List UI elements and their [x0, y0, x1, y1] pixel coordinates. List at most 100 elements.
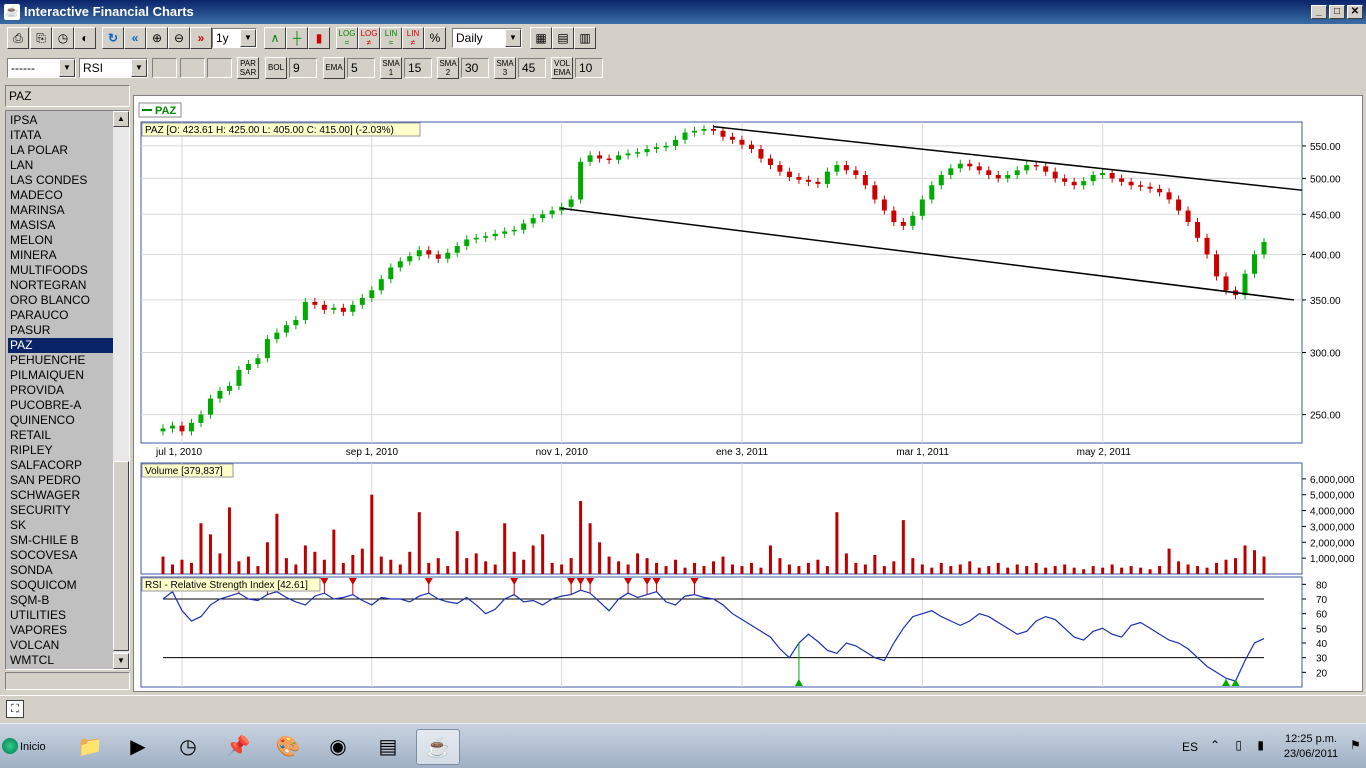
symbol-list-item[interactable]: IPSA: [8, 113, 113, 128]
symbol-list-item[interactable]: SOCOVESA: [8, 548, 113, 563]
sma3-button[interactable]: SMA 3: [494, 57, 516, 79]
ema-period-field[interactable]: 5: [347, 58, 375, 78]
scroll-thumb[interactable]: [113, 461, 129, 651]
symbol-list-item[interactable]: LAS CONDES: [8, 173, 113, 188]
rewind-icon[interactable]: «: [124, 27, 146, 49]
zoom-out-icon[interactable]: ⊖: [168, 27, 190, 49]
symbol-list-item[interactable]: RETAIL: [8, 428, 113, 443]
line-chart-icon[interactable]: ∧: [264, 27, 286, 49]
scroll-up-icon[interactable]: ▲: [113, 111, 129, 127]
symbol-list-item[interactable]: SK: [8, 518, 113, 533]
symbol-list-item[interactable]: PARAUCO: [8, 308, 113, 323]
symbol-list-item[interactable]: SM-CHILE B: [8, 533, 113, 548]
interval-select[interactable]: Daily ▼: [452, 28, 522, 48]
pin-icon[interactable]: 📌: [216, 729, 260, 765]
java-icon[interactable]: ☕: [416, 729, 460, 765]
symbol-list-item[interactable]: MELON: [8, 233, 113, 248]
pdf-icon[interactable]: ▤: [366, 729, 410, 765]
param-field-3[interactable]: [207, 58, 232, 78]
symbol-list-item[interactable]: MARINSA: [8, 203, 113, 218]
chrome-icon[interactable]: ◉: [316, 729, 360, 765]
ema-button[interactable]: EMA: [323, 57, 345, 79]
maximize-button[interactable]: □: [1329, 5, 1345, 19]
print-preview-icon[interactable]: ⎘: [30, 27, 52, 49]
symbol-list-item[interactable]: RIPLEY: [8, 443, 113, 458]
chevron-down-icon[interactable]: ▼: [59, 59, 75, 77]
clock[interactable]: 12:25 p.m. 23/06/2011: [1276, 732, 1346, 762]
volume-ema-period-field[interactable]: 10: [575, 58, 603, 78]
chevron-down-icon[interactable]: ▼: [131, 59, 147, 77]
parabolic-sar-button[interactable]: PAR SAR: [237, 57, 259, 79]
bollinger-button[interactable]: BOL: [265, 57, 287, 79]
forward-icon[interactable]: »: [190, 27, 212, 49]
param-field-1[interactable]: [152, 58, 177, 78]
symbol-list-item[interactable]: PASUR: [8, 323, 113, 338]
media-player-icon[interactable]: ▶: [116, 729, 160, 765]
symbol-list[interactable]: IPSA ITATA LA POLAR LAN LAS CONDES MADECO MARI…: [5, 110, 130, 670]
zoom-in-icon[interactable]: ⊕: [146, 27, 168, 49]
log-notequal-button[interactable]: LOG ≠: [358, 27, 380, 49]
paint-icon[interactable]: 🎨: [266, 729, 310, 765]
symbol-list-item[interactable]: SAN PEDRO: [8, 473, 113, 488]
symbol-list-item[interactable]: PEHUENCHE: [8, 353, 113, 368]
symbol-list-item[interactable]: VAPORES: [8, 623, 113, 638]
chart-canvas[interactable]: PAZ jul 1, 2010 sep 1, 2010 nov 1, 2010 ene …: [134, 96, 1362, 691]
symbol-list-item[interactable]: PAZ: [8, 338, 113, 353]
language-indicator[interactable]: ES: [1182, 740, 1198, 754]
log-equal-button[interactable]: LOG =: [336, 27, 358, 49]
lin-equal-button[interactable]: LIN =: [380, 27, 402, 49]
lin-notequal-button[interactable]: LIN ≠: [402, 27, 424, 49]
sma2-button[interactable]: SMA 2: [437, 57, 459, 79]
tray-icons[interactable]: ⌃ ▯ ▮: [1210, 738, 1270, 752]
grid-window-icon[interactable]: ▥: [574, 27, 596, 49]
bar-chart-icon[interactable]: ┼: [286, 27, 308, 49]
chart-area[interactable]: PAZ jul 1, 2010 sep 1, 2010 nov 1, 2010 ene …: [133, 95, 1363, 692]
period-select[interactable]: 1y ▼: [212, 28, 257, 48]
refresh-icon[interactable]: ↻: [102, 27, 124, 49]
close-button[interactable]: ✕: [1347, 5, 1363, 19]
symbol-list-item[interactable]: PROVIDA: [8, 383, 113, 398]
sma2-period-field[interactable]: 30: [461, 58, 489, 78]
symbol-list-item[interactable]: SCHWAGER: [8, 488, 113, 503]
symbol-list-item[interactable]: PUCOBRE-A: [8, 398, 113, 413]
symbol-list-item[interactable]: MINERA: [8, 248, 113, 263]
symbol-list-item[interactable]: MASISA: [8, 218, 113, 233]
symbol-list-item[interactable]: WMTCL: [8, 653, 113, 668]
symbol-list-item[interactable]: NORTEGRAN: [8, 278, 113, 293]
param-field-2[interactable]: [180, 58, 205, 78]
symbol-list-item[interactable]: UTILITIES: [8, 608, 113, 623]
clock-app-icon[interactable]: ◷: [166, 729, 210, 765]
symbol-list-item[interactable]: MADECO: [8, 188, 113, 203]
print-icon[interactable]: ⎙: [7, 27, 29, 49]
sma3-period-field[interactable]: 45: [518, 58, 546, 78]
clock-icon[interactable]: ◷: [52, 27, 74, 49]
symbol-list-item[interactable]: LAN: [8, 158, 113, 173]
chart-window-icon[interactable]: ▤: [552, 27, 574, 49]
action-center-icon[interactable]: ⚑: [1350, 738, 1361, 752]
symbol-list-item[interactable]: VOLCAN: [8, 638, 113, 653]
list-scrollbar[interactable]: ▲ ▼: [113, 111, 129, 669]
symbol-list-item[interactable]: SOQUICOM: [8, 578, 113, 593]
chevron-down-icon[interactable]: ▼: [240, 29, 256, 47]
start-button[interactable]: Inicio: [2, 730, 54, 764]
symbol-list-item[interactable]: SQM-B: [8, 593, 113, 608]
color-scheme-icon[interactable]: ▦: [530, 27, 552, 49]
symbol-list-item[interactable]: LA POLAR: [8, 143, 113, 158]
fit-window-icon[interactable]: ⛶: [6, 700, 24, 718]
overlay-select[interactable]: ------ ▼: [7, 58, 76, 78]
minimize-button[interactable]: _: [1311, 5, 1327, 19]
sound-icon[interactable]: ◐: [74, 27, 96, 49]
chevron-down-icon[interactable]: ▼: [505, 29, 521, 47]
symbol-list-item[interactable]: ORO BLANCO: [8, 293, 113, 308]
symbol-list-item[interactable]: SALFACORP: [8, 458, 113, 473]
bollinger-period-field[interactable]: 9: [289, 58, 317, 78]
scroll-down-icon[interactable]: ▼: [113, 653, 129, 669]
symbol-list-item[interactable]: SONDA: [8, 563, 113, 578]
oscillator-select[interactable]: RSI ▼: [79, 58, 148, 78]
symbol-input[interactable]: PAZ: [5, 85, 130, 107]
sma1-period-field[interactable]: 15: [404, 58, 432, 78]
folder-icon[interactable]: 📁: [68, 729, 112, 765]
sma1-button[interactable]: SMA 1: [380, 57, 402, 79]
symbol-list-item[interactable]: ITATA: [8, 128, 113, 143]
symbol-list-item[interactable]: SECURITY: [8, 503, 113, 518]
